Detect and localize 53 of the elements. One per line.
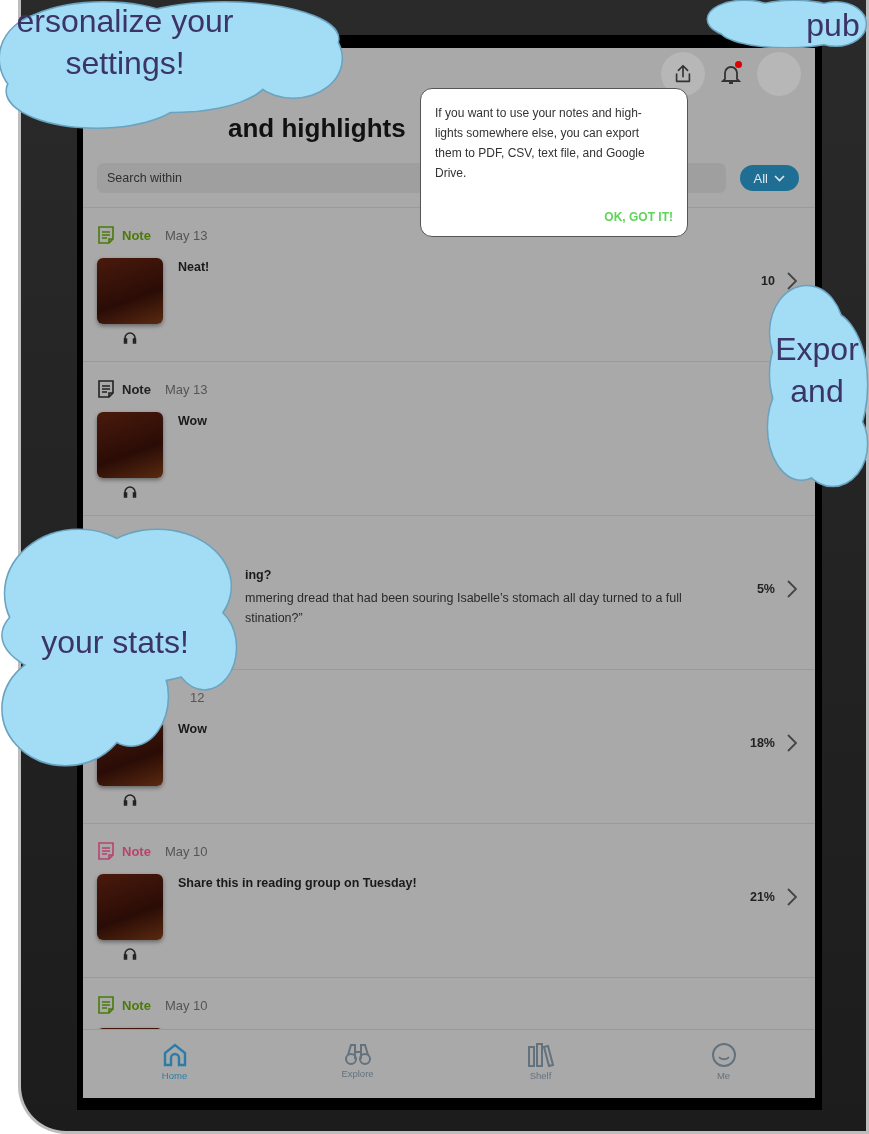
progress-percent: 21% bbox=[749, 890, 775, 904]
note-icon bbox=[97, 841, 115, 861]
filter-dropdown[interactable]: All bbox=[739, 165, 799, 191]
books-icon bbox=[526, 1042, 555, 1068]
nav-tab[interactable]: Me bbox=[632, 1030, 815, 1098]
note-label: Note bbox=[122, 227, 151, 243]
progress-percent: 10 bbox=[761, 274, 775, 288]
home-icon bbox=[161, 1042, 188, 1068]
chevron-right-icon bbox=[787, 888, 797, 906]
callout-text: ersonalize your bbox=[16, 2, 234, 41]
book-cover-image bbox=[97, 412, 163, 478]
highlight-quote: mmering dread that had been souring Isabelle’s stomach all day turned to a full stination?” bbox=[245, 590, 683, 627]
note-label: Note bbox=[122, 997, 151, 1013]
book-cover-image bbox=[97, 258, 163, 324]
progress-percent: 18% bbox=[749, 736, 775, 750]
entry-date: May 10 bbox=[164, 997, 208, 1013]
callout-text: pub bbox=[806, 6, 860, 45]
note-icon bbox=[97, 379, 115, 399]
headphones-icon bbox=[123, 793, 137, 806]
note-text: Share this in reading group on Tuesday! bbox=[178, 876, 418, 890]
share-button[interactable] bbox=[661, 52, 705, 96]
note-icon bbox=[97, 995, 115, 1015]
note-text: ing? bbox=[245, 568, 273, 582]
entry-date: May 13 bbox=[164, 227, 208, 243]
nav-tab[interactable]: Explore bbox=[266, 1030, 449, 1098]
chevron-right-icon bbox=[787, 580, 797, 598]
ok-got-it-button[interactable]: OK, GOT IT! bbox=[604, 210, 673, 224]
chevron-right-icon bbox=[787, 734, 797, 752]
chevron-down-icon bbox=[774, 174, 785, 182]
headphones-icon bbox=[123, 485, 137, 498]
callout-text: your stats! bbox=[41, 623, 189, 662]
headphones-icon bbox=[123, 947, 137, 960]
note-text: Neat! bbox=[178, 260, 211, 274]
entry-date: 12 bbox=[190, 689, 205, 705]
entry-date: May 13 bbox=[164, 381, 208, 397]
callout-text: and bbox=[790, 372, 844, 411]
note-label: Note bbox=[122, 843, 151, 859]
note-icon bbox=[97, 225, 115, 245]
entry-date: May 10 bbox=[164, 843, 208, 859]
note-label: Note bbox=[122, 381, 151, 397]
page-title: and highlights bbox=[228, 113, 406, 145]
chevron-right-icon bbox=[787, 272, 797, 290]
book-cover-image bbox=[97, 874, 163, 940]
callout-text: Expor bbox=[775, 330, 859, 369]
headphones-icon bbox=[123, 331, 137, 344]
nav-tab[interactable]: Shelf bbox=[449, 1030, 632, 1098]
note-text: Wow bbox=[178, 414, 208, 428]
progress-percent: 5% bbox=[756, 582, 775, 596]
binoculars-icon bbox=[343, 1042, 372, 1066]
note-text: Wow bbox=[178, 722, 208, 736]
nav-tab[interactable]: Home bbox=[83, 1030, 266, 1098]
callout-text: settings! bbox=[65, 44, 185, 83]
smiley-icon bbox=[710, 1042, 737, 1068]
